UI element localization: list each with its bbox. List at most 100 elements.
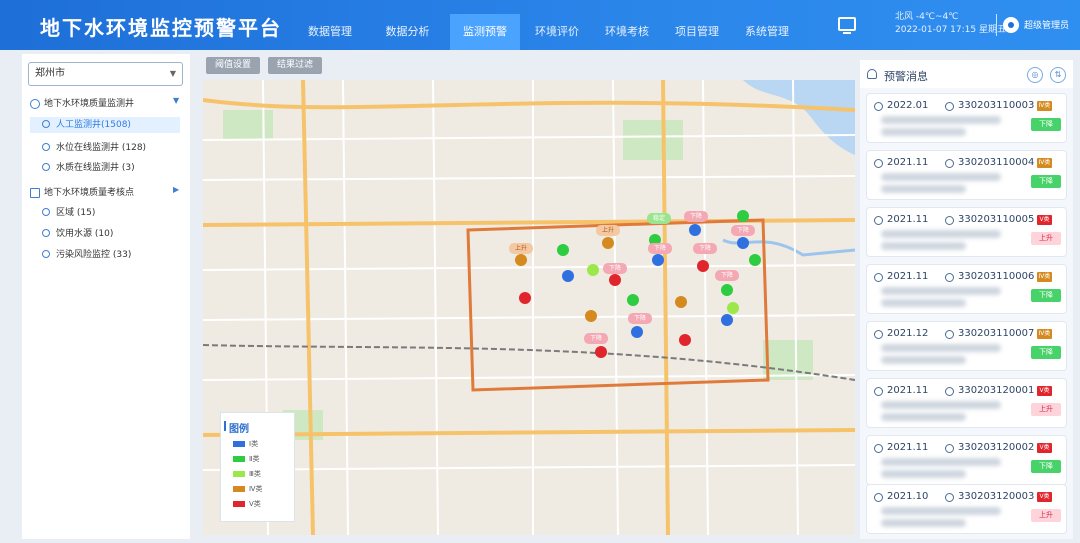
card-well-id: 330203120003 [958,491,1035,502]
tree-item-pollution-risk[interactable]: 污染风险监控 (33) [42,247,131,263]
map-trend-tag: 上升 [509,243,533,254]
weather-datetime: 北风 -4℃~4℃ 2022-01-07 17:15 星期五 [895,11,1006,37]
legend-row: Ⅱ类 [233,456,259,466]
warning-card[interactable]: 2021.11 330203110004 Ⅳ类 下降 [866,150,1067,200]
map-marker[interactable] [737,210,749,222]
clock-icon [874,102,883,111]
card-date: 2021.11 [887,157,929,168]
card-well-id: 330203110003 [958,100,1035,111]
warning-card[interactable]: 2021.11 330203110006 Ⅳ类 下降 [866,264,1067,314]
legend-swatch [233,471,245,477]
warning-card[interactable]: 2021.11 330203120002 Ⅴ类 下降 [866,435,1067,485]
clock-icon [874,387,883,396]
warning-card[interactable]: 2021.12 330203110007 Ⅳ类 下降 [866,321,1067,371]
warning-card[interactable]: 2021.11 330203110005 Ⅴ类 上升 [866,207,1067,257]
target-icon [42,229,50,237]
panel-title[interactable]: 预警消息 [884,68,928,84]
nav-item-env-evaluation[interactable]: 环境评价 [522,14,592,50]
nav-item-data-analysis[interactable]: 数据分析 [370,14,445,50]
tree-item-region[interactable]: 区域 (15) [42,205,95,221]
threshold-settings-button[interactable]: 阈值设置 [206,57,260,74]
map-marker[interactable] [749,254,761,266]
legend-label: Ⅳ类 [249,485,263,493]
map-trend-tag: 下降 [648,243,672,254]
redacted-text [881,458,1001,466]
nav-item-data-management[interactable]: 数据管理 [290,14,370,50]
target-icon [42,120,50,128]
map-marker[interactable] [557,244,569,256]
tree-item-drinking-water[interactable]: 饮用水源 (10) [42,226,113,242]
warning-panel: 预警消息 ◎ ⇅ 2022.01 330203110003 Ⅳ类 下降 2021… [860,60,1073,539]
map-marker[interactable] [627,294,639,306]
legend-row: Ⅰ类 [233,441,258,451]
grade-badge: Ⅳ类 [1037,272,1052,282]
map-marker[interactable] [562,270,574,282]
legend-title: 图例 [224,420,249,435]
legend-label: Ⅱ类 [249,455,260,463]
redacted-text [881,128,966,136]
tree-item-label: 饮用水源 (10) [56,229,114,239]
map-marker[interactable] [602,237,614,249]
nav-item-project-management[interactable]: 项目管理 [662,14,732,50]
map-marker[interactable] [737,237,749,249]
map-marker[interactable] [585,310,597,322]
monitor-icon[interactable] [838,17,856,34]
map-canvas [203,80,855,535]
city-map[interactable]: 上升 稳定 下降 上升 下降 下降 下降 下降 下降 下降 下降 [203,80,855,535]
legend-row: Ⅲ类 [233,471,261,481]
map-marker[interactable] [721,284,733,296]
card-date: 2021.11 [887,214,929,225]
map-marker[interactable] [697,260,709,272]
map-marker[interactable] [679,334,691,346]
map-marker[interactable] [595,346,607,358]
warning-card[interactable]: 2021.11 330203120001 Ⅴ类 上升 [866,378,1067,428]
map-marker[interactable] [721,314,733,326]
tree-item-quality-online-wells[interactable]: 水质在线监测井 (3) [42,160,135,176]
tree-group-assessment-points[interactable]: 地下水环境质量考核点 ▶ [30,185,179,198]
trend-badge: 下降 [1031,460,1061,473]
result-filter-button[interactable]: 结果过滤 [268,57,322,74]
filter-icon[interactable]: ⇅ [1050,67,1066,83]
settings-icon[interactable]: ◎ [1027,67,1043,83]
tree-item-manual-wells[interactable]: 人工监测井(1508) [30,117,180,133]
map-marker[interactable] [652,254,664,266]
redacted-text [881,519,966,527]
legend-swatch [233,486,245,492]
bell-icon [867,69,877,79]
nav-item-env-assessment[interactable]: 环境考核 [592,14,662,50]
redacted-text [881,470,966,478]
user-avatar-icon[interactable] [1003,17,1019,33]
card-date: 2021.11 [887,271,929,282]
clock-icon [874,330,883,339]
map-trend-tag: 下降 [584,333,608,344]
panel-header: 预警消息 ◎ ⇅ [860,60,1073,88]
map-marker[interactable] [631,326,643,338]
nav-item-system-management[interactable]: 系统管理 [732,14,802,50]
redacted-text [881,242,966,250]
map-marker[interactable] [675,296,687,308]
card-well-id: 330203110005 [958,214,1035,225]
warning-card[interactable]: 2021.10 330203120003 Ⅴ类 上升 [866,484,1067,534]
redacted-text [881,356,966,364]
redacted-text [881,173,1001,181]
nav-item-monitoring-warning[interactable]: 监测预警 [450,14,520,50]
warning-card[interactable]: 2022.01 330203110003 Ⅳ类 下降 [866,93,1067,143]
tree-item-level-online-wells[interactable]: 水位在线监测井 (128) [42,140,146,156]
map-marker[interactable] [519,292,531,304]
clock-icon [874,444,883,453]
map-marker[interactable] [515,254,527,266]
map-trend-tag: 下降 [693,243,717,254]
tree-group-quality-wells[interactable]: 地下水环境质量监测井 ▼ [30,96,179,109]
map-marker[interactable] [587,264,599,276]
city-select[interactable]: 郑州市 ▼ [28,62,183,86]
card-date: 2022.01 [887,100,929,111]
user-name[interactable]: 超级管理员 [1024,18,1069,31]
tree-item-label: 人工监测井(1508) [56,120,131,130]
map-marker[interactable] [727,302,739,314]
map-marker[interactable] [689,224,701,236]
app-window: 地下水环境监控预警平台 数据管理 数据分析 监测预警 环境评价 环境考核 项目管… [0,0,1080,543]
map-markers [515,210,761,358]
map-marker[interactable] [609,274,621,286]
redacted-text [881,116,1001,124]
chevron-right-icon: ▶ [173,185,180,194]
